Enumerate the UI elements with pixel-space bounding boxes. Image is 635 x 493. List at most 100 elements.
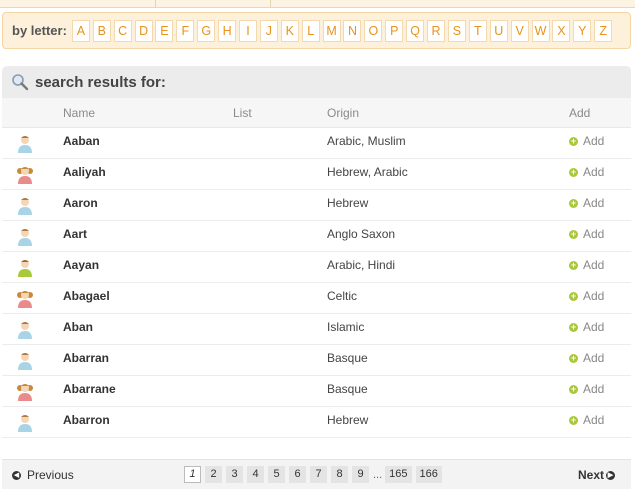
- letter-link-b[interactable]: B: [92, 19, 111, 42]
- page-link-4[interactable]: 4: [247, 466, 264, 483]
- table-row: Aayan Arabic, Hindi + Add: [2, 252, 631, 283]
- plus-icon: +: [569, 383, 578, 394]
- origin-text: Hebrew: [327, 196, 369, 210]
- chevron-left-icon: ◀: [12, 470, 21, 480]
- plus-icon: +: [569, 259, 578, 270]
- letter-link-r[interactable]: R: [427, 19, 446, 42]
- name-link[interactable]: Aban: [63, 320, 93, 334]
- add-button[interactable]: + Add: [569, 165, 604, 179]
- name-link[interactable]: Aaban: [63, 134, 100, 148]
- add-button[interactable]: + Add: [569, 134, 604, 148]
- letter-link-h[interactable]: H: [218, 19, 237, 42]
- table-row: Abagael Celtic + Add: [2, 283, 631, 314]
- add-button[interactable]: + Add: [569, 413, 604, 427]
- page-link-6[interactable]: 6: [289, 466, 306, 483]
- letter-link-s[interactable]: S: [447, 19, 466, 42]
- add-button[interactable]: + Add: [569, 320, 604, 334]
- by-letter-label: by letter:: [12, 23, 67, 38]
- table-row: Abarron Hebrew + Add: [2, 407, 631, 438]
- origin-text: Hebrew, Arabic: [327, 165, 408, 179]
- add-button[interactable]: + Add: [569, 196, 604, 210]
- page-link-9[interactable]: 9: [352, 466, 369, 483]
- letter-link-w[interactable]: W: [531, 19, 550, 42]
- letter-link-f[interactable]: F: [176, 19, 195, 42]
- name-link[interactable]: Abarrane: [63, 382, 116, 396]
- name-link[interactable]: Abagael: [63, 289, 110, 303]
- table-row: Aaliyah Hebrew, Arabic + Add: [2, 159, 631, 190]
- origin-text: Arabic, Hindi: [327, 258, 396, 272]
- letter-link-q[interactable]: Q: [406, 19, 425, 42]
- search-icon: [12, 74, 29, 91]
- add-label: Add: [583, 289, 605, 303]
- previous-label: Previous: [27, 468, 74, 482]
- letter-link-u[interactable]: U: [489, 19, 508, 42]
- letter-link-y[interactable]: Y: [573, 19, 592, 42]
- name-link[interactable]: Aaron: [63, 196, 98, 210]
- top-strip: [0, 0, 635, 8]
- search-results-panel: search results for: Name List Origin Add…: [2, 66, 631, 491]
- girl-avatar-icon: [16, 382, 34, 402]
- column-header-origin[interactable]: Origin: [327, 106, 359, 120]
- origin-text: Celtic: [327, 289, 358, 303]
- letter-link-a[interactable]: A: [71, 19, 90, 42]
- column-header-name[interactable]: Name: [63, 106, 95, 120]
- letter-link-v[interactable]: V: [510, 19, 529, 42]
- add-button[interactable]: + Add: [569, 258, 604, 272]
- letter-link-j[interactable]: J: [259, 19, 278, 42]
- plus-icon: +: [569, 321, 578, 332]
- page-link-165[interactable]: 165: [385, 466, 412, 483]
- add-button[interactable]: + Add: [569, 382, 604, 396]
- letter-link-z[interactable]: Z: [594, 19, 613, 42]
- add-label: Add: [583, 351, 605, 365]
- plus-icon: +: [569, 352, 578, 363]
- results-list: Aaban Arabic, Muslim + Add Aaliyah Hebrew, Ar…: [2, 128, 631, 438]
- letter-link-d[interactable]: D: [134, 19, 153, 42]
- page-link-166[interactable]: 166: [415, 466, 442, 483]
- letter-link-i[interactable]: I: [239, 19, 258, 42]
- add-label: Add: [583, 165, 605, 179]
- name-link[interactable]: Aart: [63, 227, 87, 241]
- boy-avatar-icon: [16, 134, 34, 154]
- letter-link-x[interactable]: X: [552, 19, 571, 42]
- letter-link-l[interactable]: L: [301, 19, 320, 42]
- page-link-5[interactable]: 5: [268, 466, 285, 483]
- previous-button[interactable]: ◀ Previous: [12, 468, 74, 482]
- add-label: Add: [583, 196, 605, 210]
- letter-link-c[interactable]: C: [113, 19, 132, 42]
- page-numbers: 1 2 3 4 5 6 7 8 9... 165 166: [184, 466, 446, 483]
- letter-link-o[interactable]: O: [364, 19, 383, 42]
- table-row: Aart Anglo Saxon + Add: [2, 221, 631, 252]
- letter-link-n[interactable]: N: [343, 19, 362, 42]
- page-link-7[interactable]: 7: [310, 466, 327, 483]
- origin-text: Basque: [327, 351, 368, 365]
- letter-link-p[interactable]: P: [385, 19, 404, 42]
- name-link[interactable]: Abarron: [63, 413, 110, 427]
- letter-link-k[interactable]: K: [280, 19, 299, 42]
- letter-link-m[interactable]: M: [322, 19, 341, 42]
- add-label: Add: [583, 227, 605, 241]
- name-link[interactable]: Aayan: [63, 258, 99, 272]
- table-row: Aaron Hebrew + Add: [2, 190, 631, 221]
- add-label: Add: [583, 413, 605, 427]
- page-link-3[interactable]: 3: [226, 466, 243, 483]
- letter-link-t[interactable]: T: [468, 19, 487, 42]
- plus-icon: +: [569, 228, 578, 239]
- add-button[interactable]: + Add: [569, 227, 604, 241]
- page-link-2[interactable]: 2: [205, 466, 222, 483]
- letter-link-e[interactable]: E: [155, 19, 174, 42]
- add-button[interactable]: + Add: [569, 289, 604, 303]
- letter-link-g[interactable]: G: [197, 19, 216, 42]
- column-header-list[interactable]: List: [233, 106, 252, 120]
- name-link[interactable]: Aaliyah: [63, 165, 106, 179]
- boy-avatar-icon: [16, 320, 34, 340]
- name-link[interactable]: Abarran: [63, 351, 109, 365]
- plus-icon: +: [569, 135, 578, 146]
- page-link-1[interactable]: 1: [184, 466, 201, 483]
- origin-text: Islamic: [327, 320, 365, 334]
- add-button[interactable]: + Add: [569, 351, 604, 365]
- origin-text: Hebrew: [327, 413, 369, 427]
- add-label: Add: [583, 258, 605, 272]
- next-button[interactable]: Next ▶: [578, 468, 615, 482]
- page-link-8[interactable]: 8: [331, 466, 348, 483]
- table-row: Aban Islamic + Add: [2, 314, 631, 345]
